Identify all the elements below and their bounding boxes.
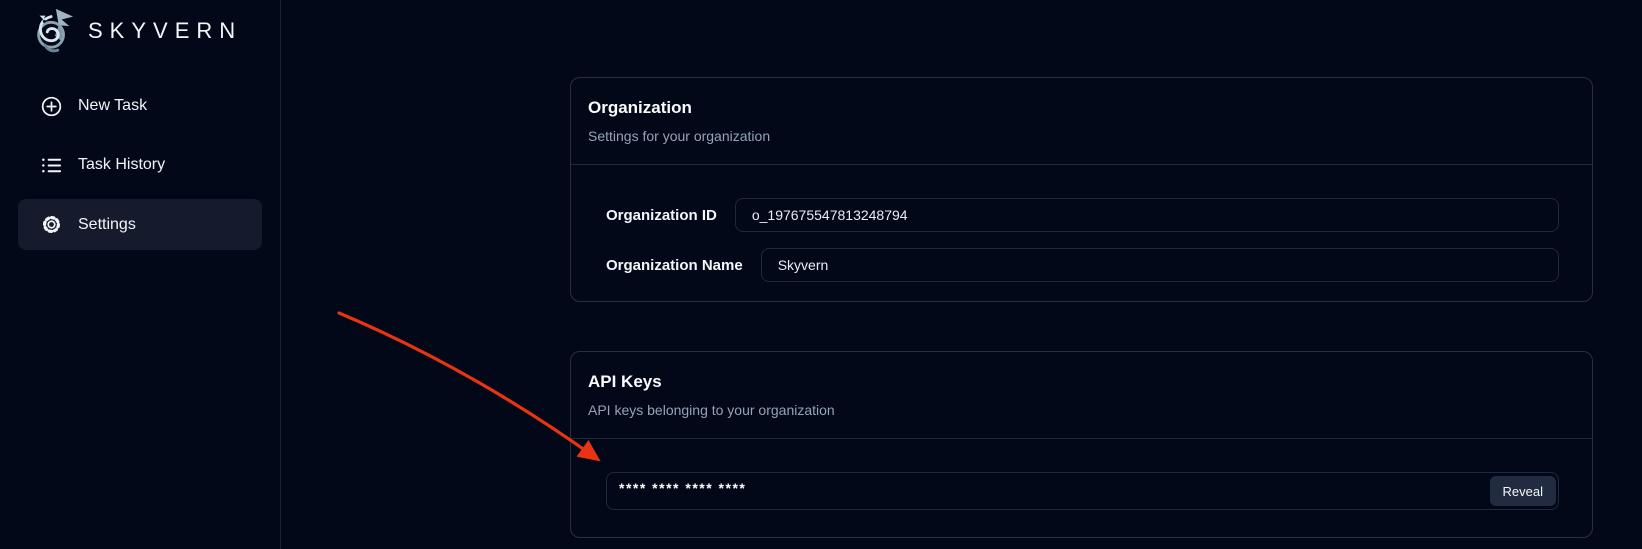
api-keys-card: API Keys API keys belonging to your orga…	[570, 351, 1593, 538]
sidebar-nav: New Task Task History Settings	[0, 81, 280, 250]
sidebar: SKYVERN New Task Task History	[0, 0, 281, 549]
organization-name-row: Organization Name	[606, 248, 1559, 282]
sidebar-item-label: Settings	[78, 216, 136, 234]
organization-card-header: Organization Settings for your organizat…	[571, 78, 1592, 165]
organization-card: Organization Settings for your organizat…	[570, 77, 1593, 302]
gear-icon	[40, 213, 63, 236]
api-keys-card-title: API Keys	[588, 370, 1575, 394]
api-key-masked-input[interactable]	[606, 472, 1559, 510]
plus-circle-icon	[40, 95, 63, 118]
organization-id-label: Organization ID	[606, 207, 717, 224]
api-key-field: Reveal	[606, 472, 1559, 510]
brand-name: SKYVERN	[88, 18, 242, 44]
reveal-button[interactable]: Reveal	[1490, 476, 1556, 506]
dragon-logo-icon	[30, 7, 76, 55]
sidebar-item-new-task[interactable]: New Task	[18, 81, 262, 131]
organization-card-body: Organization ID Organization Name	[571, 165, 1592, 302]
sidebar-item-label: Task History	[78, 156, 165, 174]
organization-card-title: Organization	[588, 96, 1575, 120]
organization-card-subtitle: Settings for your organization	[588, 127, 1575, 145]
settings-page: Organization Settings for your organizat…	[570, 77, 1593, 538]
organization-name-input[interactable]	[761, 248, 1559, 282]
organization-name-label: Organization Name	[606, 257, 743, 274]
organization-id-input[interactable]	[735, 198, 1559, 232]
api-keys-card-subtitle: API keys belonging to your organization	[588, 401, 1575, 419]
api-keys-card-header: API Keys API keys belonging to your orga…	[571, 352, 1592, 439]
sidebar-item-task-history[interactable]: Task History	[18, 140, 262, 190]
organization-id-row: Organization ID	[606, 198, 1559, 232]
sidebar-item-settings[interactable]: Settings	[18, 199, 262, 250]
list-icon	[40, 154, 63, 177]
api-keys-card-body: Reveal	[571, 439, 1592, 538]
sidebar-item-label: New Task	[78, 97, 147, 115]
skyvern-logo[interactable]: SKYVERN	[0, 0, 280, 56]
